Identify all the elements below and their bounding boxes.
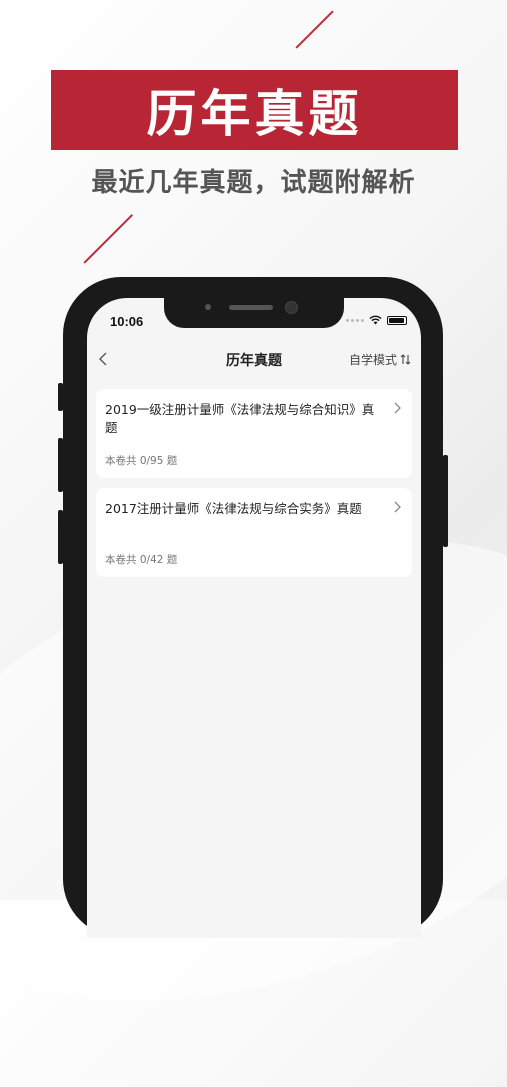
wifi-icon bbox=[369, 315, 382, 325]
study-mode-button[interactable]: 自学模式 bbox=[349, 351, 411, 368]
status-time: 10:06 bbox=[110, 314, 144, 329]
paper-title: 2017注册计量师《法律法规与综合实务》真题 bbox=[105, 501, 362, 516]
phone-notch bbox=[164, 298, 344, 328]
chevron-right-icon bbox=[394, 402, 401, 414]
sensor-dot bbox=[205, 304, 211, 310]
speaker-grille bbox=[229, 305, 273, 310]
swap-sort-icon bbox=[400, 354, 411, 365]
paper-card[interactable]: 2017注册计量师《法律法规与综合实务》真题 本卷共 0/42 题 bbox=[96, 488, 412, 577]
decorative-line-middle bbox=[83, 214, 133, 264]
phone-volume-up bbox=[58, 438, 63, 492]
front-camera bbox=[285, 301, 298, 314]
promo-banner: 历年真题 bbox=[51, 70, 458, 150]
chevron-right-icon bbox=[394, 501, 401, 513]
battery-icon bbox=[387, 315, 407, 325]
decorative-line-top bbox=[295, 10, 334, 49]
paper-card[interactable]: 2019一级注册计量师《法律法规与综合知识》真题 本卷共 0/95 题 bbox=[96, 389, 412, 478]
paper-question-count: 本卷共 0/95 题 bbox=[105, 455, 178, 467]
promo-subtitle: 最近几年真题，试题附解析 bbox=[91, 168, 416, 198]
phone-power-button bbox=[443, 455, 448, 547]
study-mode-label: 自学模式 bbox=[348, 353, 397, 367]
phone-volume-down bbox=[58, 510, 63, 564]
banner-title: 历年真题 bbox=[146, 85, 363, 143]
paper-title: 2019一级注册计量师《法律法规与综合知识》真题 bbox=[105, 402, 375, 435]
phone-screen: 10:06 历年真题 自学模式 2019一级注册计量师《法律法规与综合知识》真题… bbox=[87, 298, 421, 938]
phone-mute-switch bbox=[58, 383, 63, 411]
status-icons bbox=[346, 315, 407, 325]
paper-question-count: 本卷共 0/42 题 bbox=[105, 554, 178, 566]
nav-bar: 历年真题 自学模式 bbox=[87, 342, 421, 378]
paper-list: 2019一级注册计量师《法律法规与综合知识》真题 本卷共 0/95 题 2017… bbox=[96, 389, 412, 587]
signal-icon bbox=[346, 318, 364, 322]
